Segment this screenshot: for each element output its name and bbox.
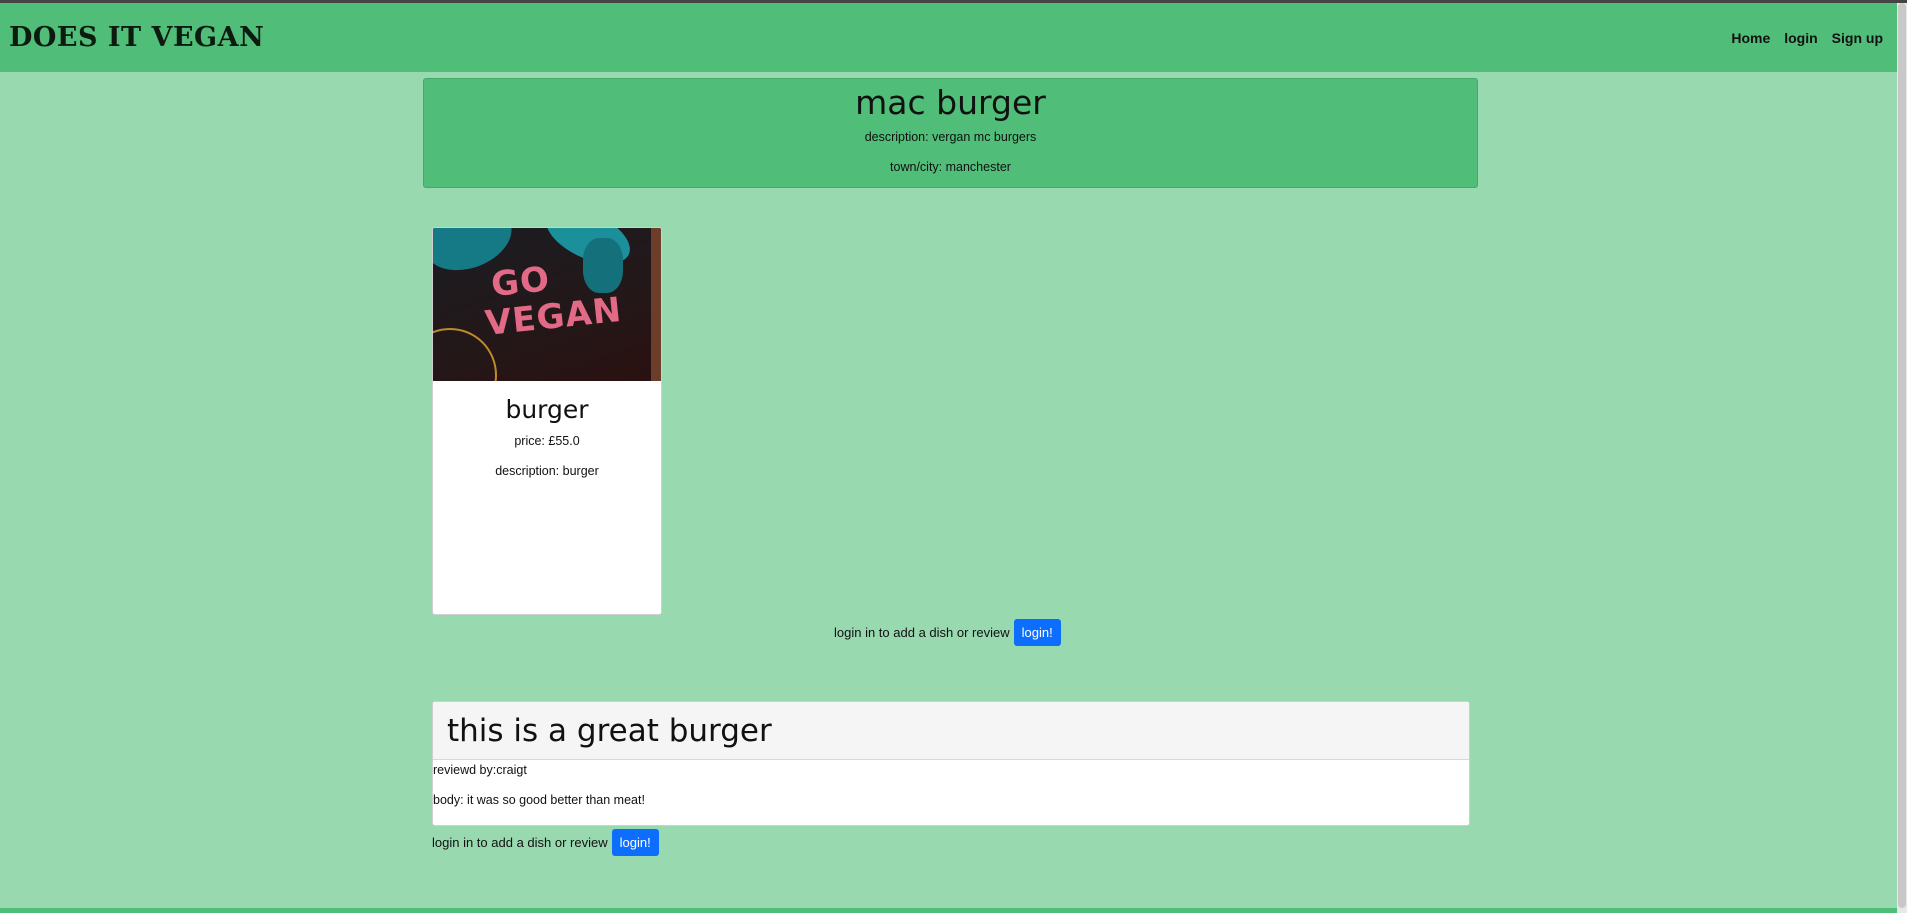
brand-logo[interactable]: DOES IT VEGAN: [9, 22, 264, 53]
nav-home-link[interactable]: Home: [1731, 30, 1770, 46]
dish-card: GO VEGAN burger price: £55.0 description…: [432, 227, 662, 615]
dish-name: burger: [505, 395, 589, 424]
scrollbar-thumb[interactable]: [1898, 3, 1906, 908]
nav-login-link[interactable]: login: [1784, 30, 1817, 46]
restaurant-town: town/city: manchester: [890, 160, 1011, 174]
login-prompt-top: login in to add a dish or review login!: [834, 619, 1061, 646]
review-body: body: it was so good better than meat!: [433, 793, 645, 807]
dish-image-graffiti: GO VEGAN: [483, 259, 624, 344]
navbar: DOES IT VEGAN Home login Sign up: [0, 3, 1897, 72]
footer-bar: [0, 908, 1897, 913]
review-author: reviewd by:craigt: [433, 763, 527, 777]
nav-links: Home login Sign up: [1731, 30, 1883, 46]
restaurant-header: mac burger description: vergan mc burger…: [423, 78, 1478, 188]
review-card: this is a great burger reviewd by:craigt…: [432, 701, 1470, 826]
login-button[interactable]: login!: [611, 829, 659, 856]
login-prompt-text: login in to add a dish or review: [432, 835, 608, 850]
login-prompt-bottom: login in to add a dish or review login!: [432, 829, 659, 856]
restaurant-description: description: vergan mc burgers: [864, 130, 1037, 144]
nav-signup-link[interactable]: Sign up: [1832, 30, 1883, 46]
dish-image: GO VEGAN: [433, 228, 661, 381]
dish-price: price: £55.0: [514, 434, 580, 448]
restaurant-name: mac burger: [855, 83, 1046, 122]
dish-description: description: burger: [495, 464, 599, 478]
login-button[interactable]: login!: [1013, 619, 1061, 646]
login-prompt-text: login in to add a dish or review: [834, 625, 1010, 640]
review-header: this is a great burger: [433, 702, 1469, 760]
review-title: this is a great burger: [447, 712, 772, 749]
